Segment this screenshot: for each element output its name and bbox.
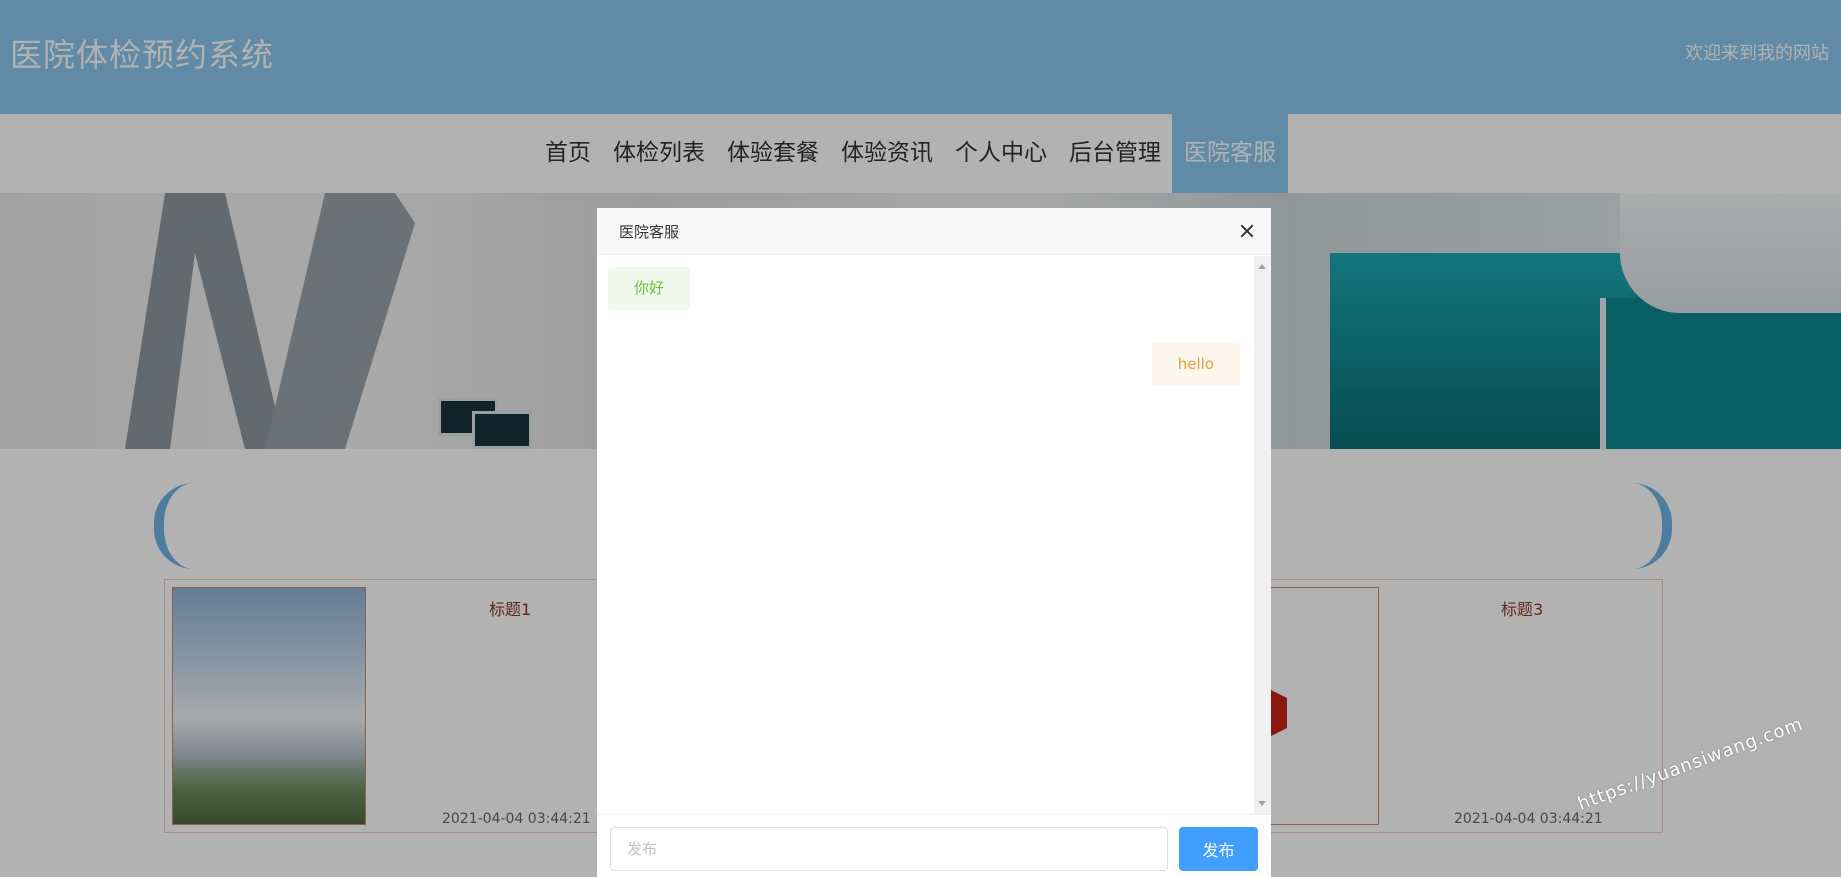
chat-scrollbar[interactable]: [1254, 256, 1271, 814]
dialog-header: 医院客服: [597, 208, 1271, 255]
message-input[interactable]: [610, 827, 1168, 871]
dialog-title: 医院客服: [619, 223, 680, 241]
chat-input-bar: 发布: [597, 814, 1271, 877]
send-button[interactable]: 发布: [1179, 827, 1258, 871]
chat-message-list[interactable]: 你好 hello: [597, 256, 1271, 814]
chat-bubble-received: 你好: [608, 267, 691, 310]
scroll-up-arrow-icon[interactable]: [1258, 264, 1266, 269]
chat-bubble-sent: hello: [1151, 343, 1240, 386]
scroll-down-arrow-icon[interactable]: [1258, 801, 1266, 806]
customer-service-dialog: 医院客服 你好 hello 发布: [597, 208, 1271, 877]
close-icon[interactable]: [1235, 219, 1259, 243]
